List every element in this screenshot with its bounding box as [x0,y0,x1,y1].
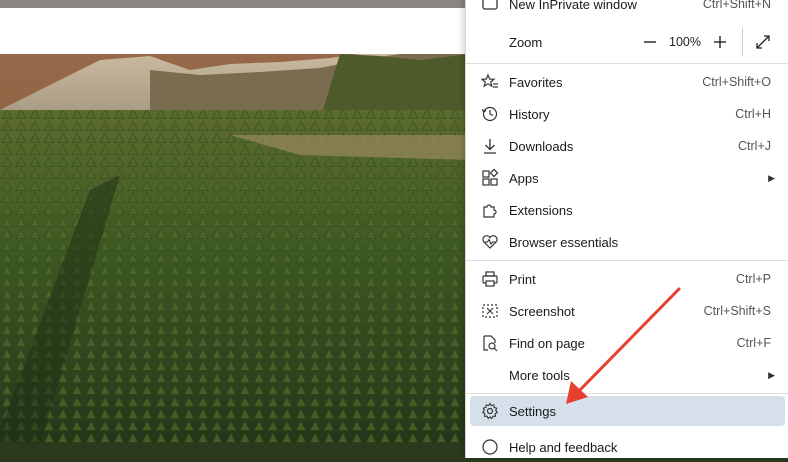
menu-item-print[interactable]: Print Ctrl+P [470,264,785,294]
menu-item-new-inprivate[interactable]: New InPrivate window Ctrl+Shift+N [470,0,785,19]
menu-item-shortcut: Ctrl+J [738,139,771,153]
printer-icon [480,269,500,289]
chevron-right-icon: ▶ [768,172,775,183]
gear-icon [480,401,500,421]
plus-icon [714,36,726,48]
menu-item-shortcut: Ctrl+F [736,336,771,350]
menu-item-shortcut: Ctrl+Shift+O [702,75,771,89]
menu-divider [466,260,788,261]
menu-divider [466,393,788,394]
menu-item-label: Extensions [509,202,573,218]
menu-item-label: Help and feedback [509,439,618,455]
find-icon [480,333,500,353]
menu-item-label: Favorites [509,74,563,90]
menu-item-browser-essentials[interactable]: Browser essentials [470,227,785,257]
zoom-out-button[interactable] [636,28,664,56]
expand-icon [756,35,770,49]
menu-item-extensions[interactable]: Extensions [470,195,785,225]
menu-item-label: More tools [509,367,570,383]
fullscreen-button[interactable] [742,28,777,56]
menu-item-label: Browser essentials [509,234,619,250]
puzzle-icon [480,200,500,220]
forest-landscape [0,54,470,443]
menu-item-label: Find on page [509,335,585,351]
background-image [0,0,470,443]
browser-toolbar [0,8,470,54]
menu-item-shortcut: Ctrl+Shift+S [703,304,771,318]
menu-item-shortcut: Ctrl+P [735,272,771,286]
help-icon [480,437,500,457]
chevron-right-icon: ▶ [768,369,775,380]
menu-item-settings[interactable]: Settings [470,396,785,426]
zoom-controls: 100% [636,28,777,56]
inprivate-icon [480,0,500,14]
browser-menu: New InPrivate window Ctrl+Shift+N Zoom 1… [465,0,788,458]
menu-item-apps[interactable]: Apps ▶ [470,163,785,193]
download-icon [480,136,500,156]
menu-item-label: History [509,106,550,122]
menu-item-label: Downloads [509,138,574,154]
menu-item-label: Print [509,271,536,287]
heart-pulse-icon [480,232,500,252]
star-list-icon [480,72,500,92]
menu-item-label: Screenshot [509,303,575,319]
menu-item-zoom: Zoom 100% [470,27,785,57]
menu-item-favorites[interactable]: Favorites Ctrl+Shift+O [470,67,785,97]
menu-item-label: New InPrivate window [509,0,637,12]
menu-item-label: Apps [509,170,539,186]
zoom-in-button[interactable] [706,28,734,56]
minus-icon [644,41,656,43]
apps-icon [480,168,500,188]
menu-item-more-tools[interactable]: More tools ▶ [470,360,785,390]
menu-item-label: Settings [509,403,556,419]
menu-divider [466,63,788,64]
zoom-label: Zoom [509,34,543,50]
menu-item-screenshot[interactable]: Screenshot Ctrl+Shift+S [470,296,785,326]
tools-icon [480,365,500,385]
menu-item-find-on-page[interactable]: Find on page Ctrl+F [470,328,785,358]
screenshot-icon [480,301,500,321]
menu-item-help[interactable]: Help and feedback [470,432,785,462]
menu-item-downloads[interactable]: Downloads Ctrl+J [470,131,785,161]
menu-item-history[interactable]: History Ctrl+H [470,99,785,129]
menu-item-shortcut: Ctrl+H [735,107,771,121]
title-strip [0,0,470,8]
menu-item-shortcut: Ctrl+Shift+N [702,0,771,11]
zoom-value: 100% [669,35,701,49]
history-icon [480,104,500,124]
